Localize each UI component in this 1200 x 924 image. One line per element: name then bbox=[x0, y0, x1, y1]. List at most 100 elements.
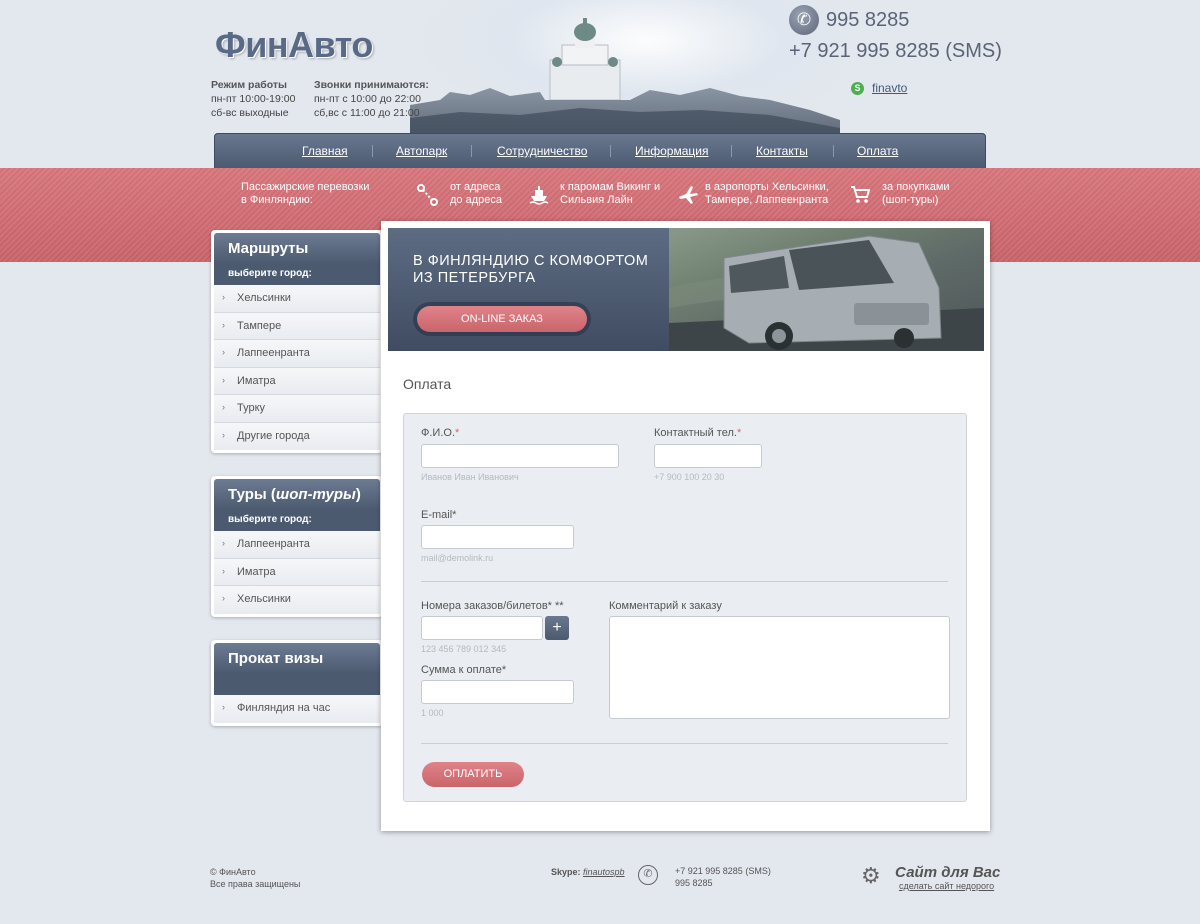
page-title: Оплата bbox=[403, 376, 452, 392]
phone-sms[interactable]: +7 921 995 8285 (SMS) bbox=[789, 40, 1002, 63]
visa-panel: Прокат визы › Финляндия на час bbox=[211, 640, 383, 726]
phone-label-text: Контактный тел. bbox=[654, 427, 737, 439]
services-intro-line2: в Финляндию: bbox=[241, 194, 313, 206]
add-order-button[interactable]: + bbox=[545, 616, 569, 640]
comment-label: Комментарий к заказу bbox=[609, 600, 722, 612]
minibus-photo bbox=[669, 228, 984, 351]
services-intro: Пассажирские перевозки в Финляндию: bbox=[241, 181, 369, 207]
service-address-line1: от адреса bbox=[450, 181, 501, 193]
cart-icon bbox=[848, 183, 872, 211]
visa-item-finland-hour[interactable]: › Финляндия на час bbox=[214, 695, 380, 723]
phone-label: Контактный тел.* bbox=[654, 427, 741, 439]
required-mark: * bbox=[501, 664, 507, 676]
route-item-label: Лаппеенранта bbox=[237, 347, 310, 359]
tour-item-helsinki[interactable]: › Хельсинки bbox=[214, 586, 380, 614]
ferry-icon bbox=[527, 183, 551, 211]
promo-banner: В ФИНЛЯНДИЮ С КОМФОРТОМ ИЗ ПЕТЕРБУРГА ON… bbox=[388, 228, 984, 351]
phone-icon: ✆ bbox=[789, 5, 819, 35]
amount-label-text: Сумма к оплате bbox=[421, 664, 502, 676]
nav-separator bbox=[731, 145, 732, 157]
service-address-line2: до адреса bbox=[450, 194, 502, 206]
skype-link[interactable]: finavto bbox=[872, 81, 907, 95]
web-studio-brand[interactable]: Сайт для Вас bbox=[895, 864, 1000, 881]
route-item-tampere[interactable]: › Тампере bbox=[214, 312, 380, 340]
orders-hint: 123 456 789 012 345 bbox=[421, 644, 507, 654]
route-item-label: Другие города bbox=[237, 429, 310, 442]
arrow-right-icon: › bbox=[222, 593, 225, 603]
comment-textarea[interactable] bbox=[609, 616, 950, 719]
route-item-turku[interactable]: › Турку bbox=[214, 395, 380, 423]
fio-field[interactable] bbox=[421, 444, 619, 468]
footer-copyright: © ФинАвто Все права защищены bbox=[210, 866, 300, 890]
arrow-right-icon: › bbox=[222, 702, 225, 712]
route-item-imatra[interactable]: › Иматра bbox=[214, 367, 380, 395]
rights-text: Все права защищены bbox=[210, 879, 301, 889]
service-airport[interactable]: в аэропорты Хельсинки, Тампере, Лаппеенр… bbox=[705, 181, 829, 207]
arrow-right-icon: › bbox=[222, 292, 225, 302]
service-airport-line2: Тампере, Лаппеенранта bbox=[705, 194, 829, 206]
tour-item-lappeenranta[interactable]: › Лаппеенранта bbox=[214, 531, 380, 559]
amount-label: Сумма к оплате* bbox=[421, 664, 506, 676]
plane-icon bbox=[676, 183, 700, 211]
web-studio-icon: ⚙ bbox=[861, 863, 881, 888]
footer-phone[interactable]: 995 8285 bbox=[675, 877, 771, 889]
required-mark: * ** bbox=[547, 600, 564, 612]
visa-title: Прокат визы bbox=[214, 643, 380, 673]
visa-item-label: Финляндия на час bbox=[237, 702, 331, 714]
copyright-text: © ФинАвто bbox=[210, 867, 256, 877]
arrow-right-icon: › bbox=[222, 565, 225, 576]
arrow-right-icon: › bbox=[222, 429, 225, 440]
email-label-text: E-mail bbox=[421, 509, 453, 521]
tour-item-label: Хельсинки bbox=[237, 593, 291, 605]
visa-subtitle-bar bbox=[214, 673, 380, 695]
nav-item-cooperation[interactable]: Сотрудничество bbox=[497, 144, 587, 158]
nav-item-contacts[interactable]: Контакты bbox=[756, 144, 808, 158]
email-field[interactable] bbox=[421, 525, 574, 549]
main-nav: Главная Автопарк Сотрудничество Информац… bbox=[214, 133, 986, 169]
route-item-other[interactable]: › Другие города bbox=[214, 422, 380, 450]
orders-field[interactable] bbox=[421, 616, 543, 640]
tour-item-imatra[interactable]: › Иматра bbox=[214, 558, 380, 586]
route-item-helsinki[interactable]: › Хельсинки bbox=[214, 285, 380, 313]
service-shopping[interactable]: за покупками (шоп-туры) bbox=[882, 181, 950, 207]
arrow-right-icon: › bbox=[222, 374, 225, 385]
arrow-right-icon: › bbox=[222, 402, 225, 412]
web-studio-link[interactable]: сделать сайт недорого bbox=[899, 881, 994, 891]
online-order-button[interactable]: ON-LINE ЗАКАЗ bbox=[413, 302, 591, 336]
orders-label: Номера заказов/билетов* ** bbox=[421, 600, 564, 612]
nav-item-payment[interactable]: Оплата bbox=[857, 144, 898, 158]
tours-panel: Туры (шоп-туры) выберите город: › Лаппеен… bbox=[211, 476, 383, 617]
amount-field[interactable] bbox=[421, 680, 574, 704]
skype-icon: S bbox=[851, 82, 864, 95]
arrow-right-icon: › bbox=[222, 347, 225, 357]
phone-main[interactable]: 995 8285 bbox=[826, 9, 909, 32]
tours-title: Туры (шоп-туры) bbox=[214, 479, 380, 509]
phone-field[interactable] bbox=[654, 444, 762, 468]
nav-item-fleet[interactable]: Автопарк bbox=[396, 144, 447, 158]
footer-skype-link[interactable]: finautospb bbox=[583, 867, 625, 877]
nav-item-info[interactable]: Информация bbox=[635, 144, 708, 158]
route-item-label: Турку bbox=[237, 402, 266, 414]
footer-skype-label: Skype: bbox=[551, 867, 581, 877]
header: ФинАвто Режим работы пн-пт 10:00-19:00 с… bbox=[0, 0, 1200, 134]
call-hours: Звонки принимаются: пн-пт с 10:00 до 22:… bbox=[314, 78, 429, 120]
phone-hint: +7 900 100 20 30 bbox=[654, 472, 725, 482]
orders-label-text: Номера заказов/билетов bbox=[421, 600, 548, 612]
route-item-label: Тампере bbox=[237, 319, 282, 332]
fio-label-text: Ф.И.О. bbox=[421, 427, 455, 439]
footer-phone-sms[interactable]: +7 921 995 8285 (SMS) bbox=[675, 865, 771, 877]
service-shopping-line1: за покупками bbox=[882, 181, 950, 193]
routes-panel: Маршруты выберите город: › Хельсинки › Там… bbox=[211, 230, 383, 453]
fio-hint: Иванов Иван Иванович bbox=[421, 472, 519, 482]
site-logo[interactable]: ФинАвто bbox=[215, 24, 373, 66]
route-item-lappeenranta[interactable]: › Лаппеенранта bbox=[214, 340, 380, 368]
fio-label: Ф.И.О.* bbox=[421, 427, 459, 439]
required-mark: * bbox=[736, 427, 742, 439]
service-ferry-line1: к паромам Викинг и bbox=[560, 181, 661, 193]
footer-skype: Skype: finautospb bbox=[551, 866, 625, 878]
payment-form: Ф.И.О.* Иванов Иван Иванович Контактный … bbox=[403, 413, 967, 802]
nav-item-home[interactable]: Главная bbox=[302, 144, 348, 158]
pay-button[interactable]: ОПЛАТИТЬ bbox=[422, 762, 524, 787]
service-address[interactable]: от адреса до адреса bbox=[450, 181, 502, 207]
service-ferry[interactable]: к паромам Викинг и Сильвия Лайн bbox=[560, 181, 660, 207]
